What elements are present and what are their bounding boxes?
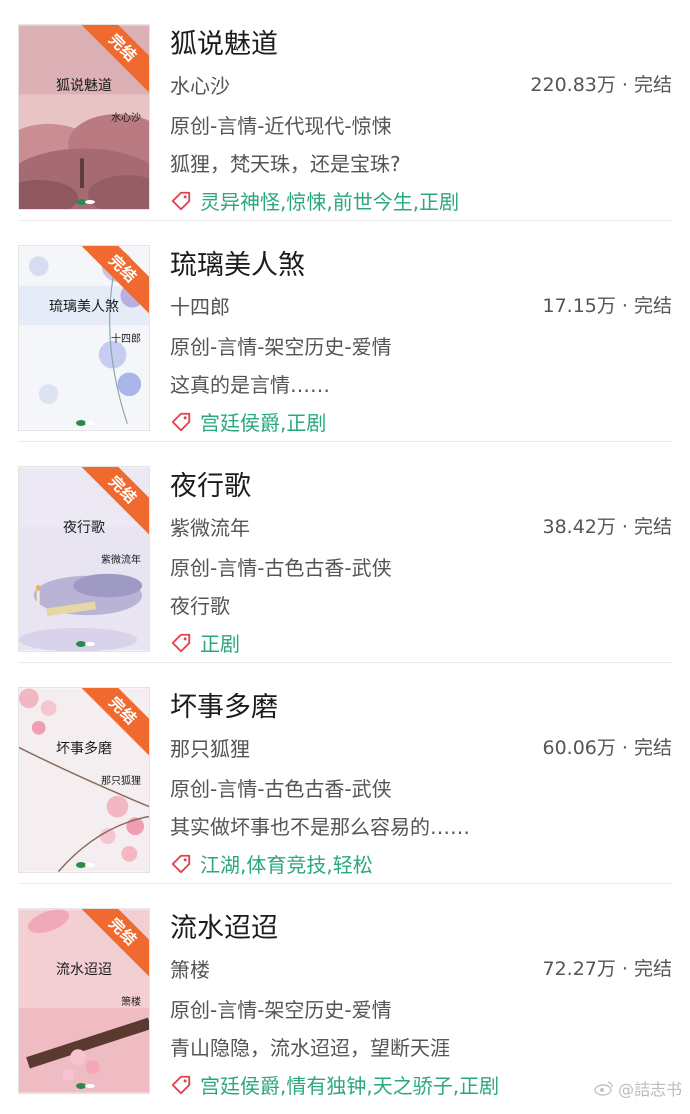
book-item[interactable]: 坏事多磨 那只狐狸 完结 坏事多磨 那只狐狸 60.06万 · 完结 原创-言情… [0,663,690,884]
book-cover[interactable]: 琉璃美人煞 十四郎 完结 [18,245,150,431]
book-tags-text[interactable]: 灵异神怪,惊悚,前世今生,正剧 [200,186,459,215]
tag-icon [171,854,191,873]
book-stats: 72.27万 · 完结 [542,958,672,980]
tag-icon [171,1075,191,1094]
book-author[interactable]: 紫微流年 [170,512,250,541]
cover-author: 那只狐狸 [101,776,141,787]
book-description: 夜行歌 [170,594,230,618]
publisher-logo [76,641,95,647]
book-item[interactable]: 夜行歌 紫微流年 完结 夜行歌 紫微流年 38.42万 · 完结 原创-言情-古… [0,442,690,663]
watermark: @詰志书 [594,1076,682,1100]
book-item[interactable]: 琉璃美人煞 十四郎 完结 琉璃美人煞 十四郎 17.15万 · 完结 原创-言情… [0,221,690,442]
cover-author: 水心沙 [111,113,141,124]
cover-author: 箫楼 [121,997,141,1008]
book-description: 狐狸，梵天珠，还是宝珠? [170,152,401,176]
book-author[interactable]: 那只狐狸 [170,733,250,762]
book-description: 青山隐隐，流水迢迢，望断天涯 [170,1036,450,1060]
book-tags-text[interactable]: 正剧 [200,628,240,657]
book-category: 原创-言情-近代现代-惊悚 [170,114,392,138]
book-stats: 38.42万 · 完结 [542,516,672,538]
weibo-icon [594,1081,613,1096]
publisher-logo [76,1083,95,1089]
book-tags: 灵异神怪,惊悚,前世今生,正剧 [170,186,459,215]
book-cover[interactable]: 狐说魅道 水心沙 完结 [18,24,150,210]
book-tags-text[interactable]: 宫廷侯爵,正剧 [200,407,326,436]
cover-title: 流水迢迢 [56,962,112,978]
book-tags-text[interactable]: 江湖,体育竞技,轻松 [200,849,373,878]
book-tags: 宫廷侯爵,情有独钟,天之骄子,正剧 [170,1070,499,1099]
cover-author: 十四郎 [111,334,141,345]
book-cover[interactable]: 流水迢迢 箫楼 完结 [18,908,150,1094]
book-category: 原创-言情-架空历史-爱情 [170,335,392,359]
publisher-logo [76,199,95,205]
publisher-logo [76,420,95,426]
book-author[interactable]: 箫楼 [170,954,210,983]
book-description: 其实做坏事也不是那么容易的…… [170,815,470,839]
watermark-text: @詰志书 [617,1080,682,1099]
book-category: 原创-言情-古色古香-武侠 [170,777,392,801]
book-tags: 正剧 [170,628,240,657]
publisher-logo [76,862,95,868]
book-title[interactable]: 夜行歌 [170,464,251,503]
tag-icon [171,412,191,431]
book-title[interactable]: 狐说魅道 [170,22,278,61]
book-tags-text[interactable]: 宫廷侯爵,情有独钟,天之骄子,正剧 [200,1070,499,1099]
book-cover[interactable]: 坏事多磨 那只狐狸 完结 [18,687,150,873]
book-author[interactable]: 水心沙 [170,70,230,99]
book-category: 原创-言情-架空历史-爱情 [170,998,392,1022]
cover-title: 坏事多磨 [56,741,112,757]
book-tags: 江湖,体育竞技,轻松 [170,849,373,878]
book-tags: 宫廷侯爵,正剧 [170,407,326,436]
book-stats: 220.83万 · 完结 [530,74,672,96]
book-item[interactable]: 狐说魅道 水心沙 完结 狐说魅道 水心沙 220.83万 · 完结 原创-言情-… [0,0,690,221]
tag-icon [171,191,191,210]
cover-title: 琉璃美人煞 [49,299,119,315]
book-stats: 60.06万 · 完结 [542,737,672,759]
book-title[interactable]: 琉璃美人煞 [170,243,305,282]
cover-author: 紫微流年 [101,555,141,566]
book-description: 这真的是言情…… [170,373,330,397]
book-cover[interactable]: 夜行歌 紫微流年 完结 [18,466,150,652]
tag-icon [171,633,191,652]
cover-title: 狐说魅道 [56,78,112,94]
book-title[interactable]: 流水迢迢 [170,906,278,945]
cover-title: 夜行歌 [63,520,105,536]
book-stats: 17.15万 · 完结 [542,295,672,317]
book-author[interactable]: 十四郎 [170,291,230,320]
book-item[interactable]: 流水迢迢 箫楼 完结 流水迢迢 箫楼 72.27万 · 完结 原创-言情-架空历… [0,884,690,1105]
book-category: 原创-言情-古色古香-武侠 [170,556,392,580]
book-title[interactable]: 坏事多磨 [170,685,278,724]
